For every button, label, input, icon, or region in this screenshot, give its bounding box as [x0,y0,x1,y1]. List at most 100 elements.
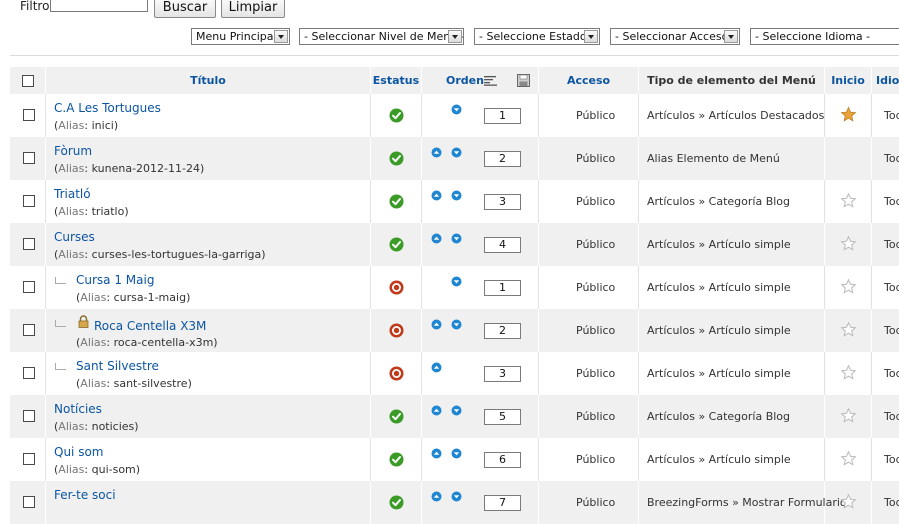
alias-value: cursa-1-maig [113,291,187,304]
row-checkbox[interactable] [23,109,35,121]
tree-connector [55,363,66,370]
column-header-status[interactable]: Estatus [371,67,422,94]
set-home-star-icon[interactable] [840,407,857,424]
set-home-star-icon[interactable] [840,235,857,252]
move-down-icon[interactable] [451,405,462,416]
move-down-icon[interactable] [451,448,462,459]
order-input[interactable]: 1 [484,108,521,124]
move-up-icon[interactable] [431,233,442,244]
move-down-icon[interactable] [451,104,462,115]
move-up-icon[interactable] [431,491,442,502]
state-select-value: - Seleccione Estado - [479,30,595,43]
column-header-language[interactable]: Idioma [872,67,899,94]
move-down-icon[interactable] [451,233,462,244]
published-status-icon[interactable] [389,409,404,424]
set-home-star-icon[interactable] [840,321,857,338]
move-up-icon[interactable] [431,190,442,201]
order-input[interactable]: 2 [484,151,521,167]
order-input[interactable]: 1 [484,280,521,296]
published-status-icon[interactable] [389,452,404,467]
column-header-title[interactable]: Título [46,67,371,94]
menu-item-language: Todos [884,367,899,380]
order-input[interactable]: 6 [484,452,521,468]
row-checkbox[interactable] [23,453,35,465]
published-status-icon[interactable] [389,237,404,252]
move-down-icon[interactable] [451,147,462,158]
menu-item-language: Todos [884,410,899,423]
menu-item-title-link[interactable]: Cursa 1 Maig [76,273,154,287]
row-checkbox[interactable] [23,238,35,250]
state-select[interactable]: - Seleccione Estado - [474,28,600,45]
filter-input[interactable] [50,0,148,12]
column-header-access[interactable]: Acceso [539,67,639,94]
filter-bar: Filtro: Buscar Limpiar [0,0,899,18]
lock-icon[interactable] [78,315,89,328]
language-select[interactable]: - Seleccione Idioma - [750,28,899,45]
access-level: Público [576,281,616,294]
search-button[interactable]: Buscar [154,0,216,18]
table-row: C.A Les Tortugues (Alias: inici) 1 Público A… [10,94,899,137]
published-status-icon[interactable] [389,151,404,166]
move-up-icon[interactable] [431,319,442,330]
alias-value: qui-som [91,463,136,476]
save-order-icon[interactable] [517,74,530,87]
select-all-checkbox[interactable] [21,74,34,87]
menu-item-title-link[interactable]: Notícies [54,402,102,416]
order-input[interactable]: 7 [484,495,521,511]
order-input[interactable]: 5 [484,409,521,425]
menu-item-title-link[interactable]: Fòrum [54,144,92,158]
menu-item-title-link[interactable]: Qui som [54,445,103,459]
level-select[interactable]: - Seleccionar Nivel de Menú - [299,28,464,45]
access-select-value: - Seleccionar Acceso - [615,30,736,43]
row-checkbox[interactable] [23,195,35,207]
language-select-value: - Seleccione Idioma - [755,30,871,43]
row-checkbox[interactable] [23,410,35,422]
move-down-icon[interactable] [451,491,462,502]
menu-item-title-link[interactable]: Curses [54,230,95,244]
menu-item-title-link[interactable]: Roca Centella X3M [94,319,206,333]
menu-item-title-link[interactable]: Sant Silvestre [76,359,159,373]
column-header-order-label[interactable]: Orden [446,74,484,87]
move-up-icon[interactable] [431,362,442,373]
move-up-icon[interactable] [431,448,442,459]
set-home-star-icon[interactable] [840,450,857,467]
unpublished-status-icon[interactable] [389,280,404,295]
order-input[interactable]: 4 [484,237,521,253]
unpublished-status-icon[interactable] [389,323,404,338]
row-checkbox[interactable] [23,152,35,164]
unpublished-status-icon[interactable] [389,366,404,381]
menu-item-title-link[interactable]: C.A Les Tortugues [54,101,161,115]
column-header-home[interactable]: Inicio [825,67,872,94]
move-down-icon[interactable] [451,276,462,287]
set-home-star-icon[interactable] [840,192,857,209]
access-level: Público [576,324,616,337]
move-up-icon[interactable] [431,147,442,158]
order-input[interactable]: 3 [484,366,521,382]
sort-icon[interactable] [484,74,497,86]
table-cell [422,94,539,137]
clear-button[interactable]: Limpiar [221,0,285,18]
set-home-star-icon[interactable] [840,278,857,295]
access-select[interactable]: - Seleccionar Acceso - [610,28,740,45]
published-status-icon[interactable] [389,194,404,209]
menu-item-type: Artículos » Artículo simple [647,238,791,251]
menu-item-title-link[interactable]: Triatló [54,187,91,201]
order-input[interactable]: 2 [484,323,521,339]
alias-label: Alias [58,420,85,433]
access-level: Público [576,109,616,122]
set-home-star-icon[interactable] [840,364,857,381]
move-down-icon[interactable] [451,319,462,330]
row-checkbox[interactable] [23,324,35,336]
row-checkbox[interactable] [23,281,35,293]
order-input[interactable]: 3 [484,194,521,210]
row-checkbox[interactable] [23,496,35,508]
alias-value: roca-centella-x3m [113,336,214,349]
menu-select[interactable]: Menu Principal [191,28,290,45]
published-status-icon[interactable] [389,108,404,123]
move-up-icon[interactable] [431,405,442,416]
menu-item-title-link[interactable]: Fer-te soci [54,488,116,502]
set-home-star-icon[interactable] [840,493,857,510]
default-home-star-icon[interactable] [840,106,857,123]
move-down-icon[interactable] [451,190,462,201]
row-checkbox[interactable] [23,367,35,379]
